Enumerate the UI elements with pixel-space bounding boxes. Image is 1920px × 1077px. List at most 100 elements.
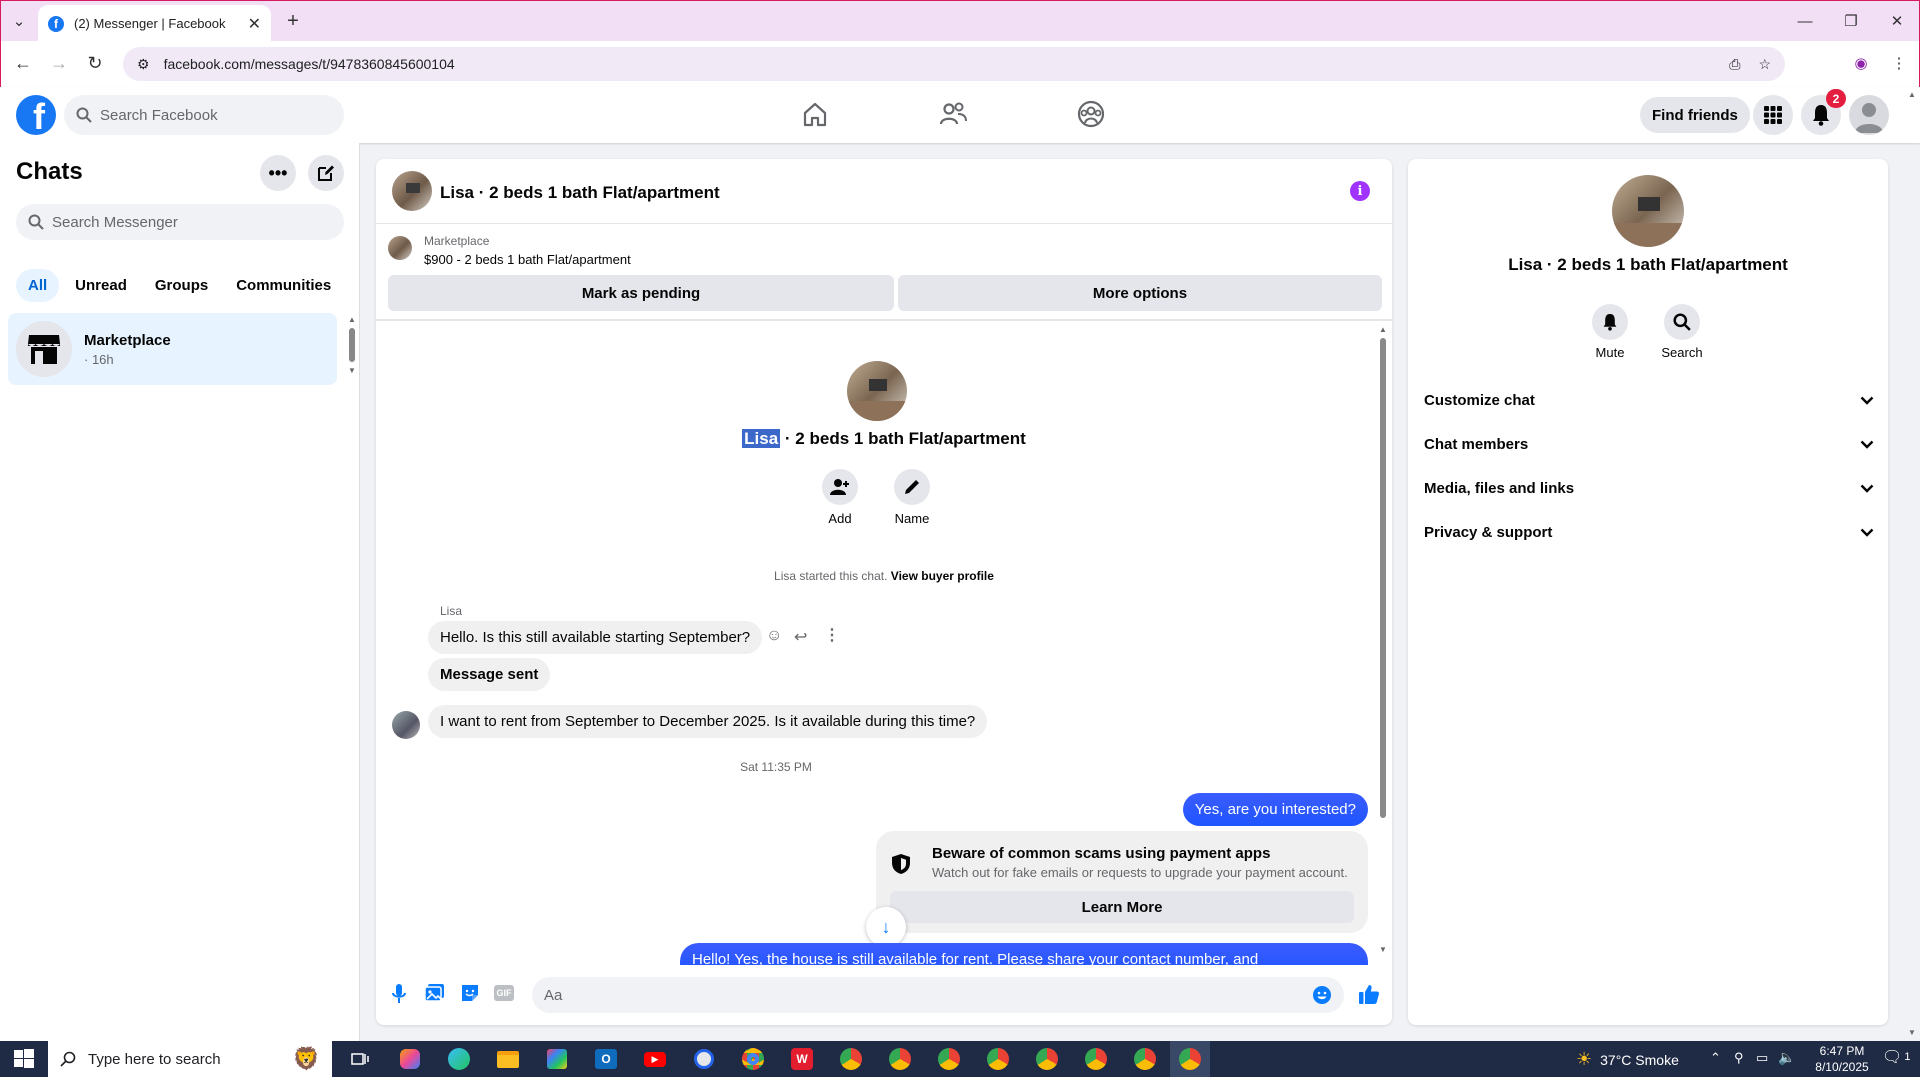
taskbar-search-box[interactable]: Type here to search 🦁 [48,1041,332,1077]
mark-as-pending-button[interactable]: Mark as pending [388,275,894,311]
outlook-icon[interactable]: O [590,1045,622,1073]
like-thumbs-up-icon[interactable] [1358,983,1380,1005]
task-view-icon[interactable] [344,1045,376,1073]
emoji-picker-icon[interactable] [1312,985,1332,1005]
app-shortcut-icon[interactable] [688,1045,720,1073]
sticker-icon[interactable] [460,983,480,1003]
youtube-icon[interactable]: ▶ [639,1045,671,1073]
message-bubble-outgoing-clipped[interactable]: Hello! Yes, the house is still available… [680,943,1368,965]
voice-clip-icon[interactable] [390,983,408,1005]
facebook-search-input[interactable]: Search Facebook [64,95,344,135]
tab-search-chevron-icon[interactable]: ⌄ [5,9,33,33]
message-bubble-incoming[interactable]: Hello. Is this still available starting … [428,621,763,654]
chrome-menu-icon[interactable]: ⋮ [1885,51,1913,75]
media-files-links-section[interactable]: Media, files and links [1424,470,1874,506]
close-window-icon[interactable]: ✕ [1883,9,1911,33]
chat-options-icon[interactable]: ••• [260,155,296,191]
new-tab-button[interactable]: + [279,9,307,33]
friends-nav-icon[interactable] [938,99,968,129]
listing-summary[interactable]: $900 - 2 beds 1 bath Flat/apartment [424,252,631,267]
chrome-profile-icon[interactable] [933,1045,965,1073]
microsoft-store-icon[interactable] [541,1045,573,1073]
react-emoji-icon[interactable]: ☺ [766,627,782,645]
restore-window-icon[interactable]: ❐ [1837,9,1865,33]
network-icon[interactable]: ▭ [1756,1050,1768,1066]
edge-browser-icon[interactable] [443,1045,475,1073]
install-app-icon[interactable]: ⎙ [1729,56,1740,73]
reload-icon[interactable]: ↻ [81,51,109,75]
minimize-window-icon[interactable]: — [1791,9,1819,33]
menu-grid-icon[interactable] [1753,95,1793,135]
message-composer-input[interactable]: Aa [532,977,1344,1013]
profile-photo[interactable] [847,361,907,421]
message-bubble-incoming[interactable]: I want to rent from September to Decembe… [428,705,988,738]
action-center-icon[interactable]: 🗨 1 [1882,1047,1910,1067]
privacy-support-section[interactable]: Privacy & support [1424,514,1874,550]
chrome-profile-icon[interactable] [835,1045,867,1073]
sender-avatar[interactable] [392,711,420,739]
search-in-conversation-icon[interactable] [1664,304,1700,340]
view-buyer-profile-link[interactable]: View buyer profile [891,569,994,583]
file-explorer-icon[interactable] [492,1045,524,1073]
filter-communities[interactable]: Communities [224,269,343,302]
groups-nav-icon[interactable] [1076,99,1106,129]
chat-list-item-marketplace[interactable]: Marketplace · 16h [8,313,337,385]
conversation-scrollbar[interactable]: ▲ [1377,325,1389,953]
chrome-profile-icon[interactable] [982,1045,1014,1073]
chrome-profile-icon[interactable] [1031,1045,1063,1073]
taskbar-clock[interactable]: 6:47 PM 8/10/2025 [1806,1043,1878,1075]
site-info-icon[interactable]: ⚙ [137,56,150,73]
volume-icon[interactable]: 🔈 [1778,1049,1795,1066]
back-icon[interactable]: ← [9,51,37,75]
filter-unread[interactable]: Unread [63,269,139,302]
copilot-app-icon[interactable] [394,1045,426,1073]
details-profile-photo[interactable] [1612,175,1684,247]
chrome-profile-icon[interactable] [1129,1045,1161,1073]
show-hidden-icons-icon[interactable]: ⌃ [1710,1050,1721,1066]
message-more-icon[interactable]: ⋮ [824,625,840,645]
messenger-search-input[interactable]: Search Messenger [16,204,344,240]
account-avatar[interactable] [1849,95,1889,135]
bookmark-star-icon[interactable]: ☆ [1758,56,1771,73]
weather-widget[interactable]: ☀ 37°C Smoke [1576,1049,1679,1070]
add-person-icon[interactable] [822,469,858,505]
chrome-profile-m-icon[interactable] [737,1045,769,1073]
attach-media-icon[interactable] [424,983,446,1003]
chrome-profile-icon[interactable] [1080,1045,1112,1073]
new-message-icon[interactable] [308,155,344,191]
profile-icon[interactable]: ◉ [1847,51,1875,75]
mute-bell-icon[interactable] [1592,304,1628,340]
reply-icon[interactable]: ↩ [794,627,807,647]
windows-start-icon[interactable] [8,1045,40,1073]
chrome-active-window-icon[interactable] [1170,1041,1210,1077]
close-tab-icon[interactable]: ✕ [248,14,261,34]
forward-icon[interactable]: → [45,51,73,75]
conversation-avatar[interactable] [392,171,432,211]
sidebar-scrollbar[interactable]: ▲ ▼ [348,315,356,385]
meet-now-icon[interactable]: ⚲ [1734,1050,1744,1066]
home-nav-icon[interactable] [800,99,830,129]
browser-tab-messenger[interactable]: f (2) Messenger | Facebook ✕ [38,5,271,42]
facebook-logo-icon[interactable]: f [16,95,56,135]
page-scroll-down-icon[interactable]: ▼ [1908,1028,1916,1037]
address-bar[interactable]: ⚙ facebook.com/messages/t/94783608456001… [123,47,1785,81]
customize-chat-section[interactable]: Customize chat [1424,382,1874,418]
filter-all[interactable]: All [16,269,60,302]
wps-office-icon[interactable]: W [786,1045,818,1073]
listing-thumbnail[interactable] [388,236,412,260]
gif-icon[interactable]: GIF [494,985,514,1001]
edit-name-icon[interactable] [894,469,930,505]
page-scroll-up-icon[interactable]: ▲ [1908,90,1916,99]
scroll-down-arrow-icon[interactable]: ▼ [1377,945,1389,954]
learn-more-button[interactable]: Learn More [890,891,1354,923]
more-options-button[interactable]: More options [898,275,1382,311]
message-bubble-outgoing[interactable]: Yes, are you interested? [1182,793,1368,826]
conversation-title[interactable]: Lisa · 2 beds 1 bath Flat/apartment [440,183,720,203]
chat-members-section[interactable]: Chat members [1424,426,1874,462]
chrome-profile-icon[interactable] [884,1045,916,1073]
conversation-info-icon[interactable]: i [1350,181,1370,201]
find-friends-button[interactable]: Find friends [1640,97,1750,133]
scroll-to-bottom-icon[interactable]: ↓ [866,907,906,947]
filter-groups[interactable]: Groups [143,269,220,302]
message-bubble-incoming[interactable]: Message sent [428,658,551,691]
